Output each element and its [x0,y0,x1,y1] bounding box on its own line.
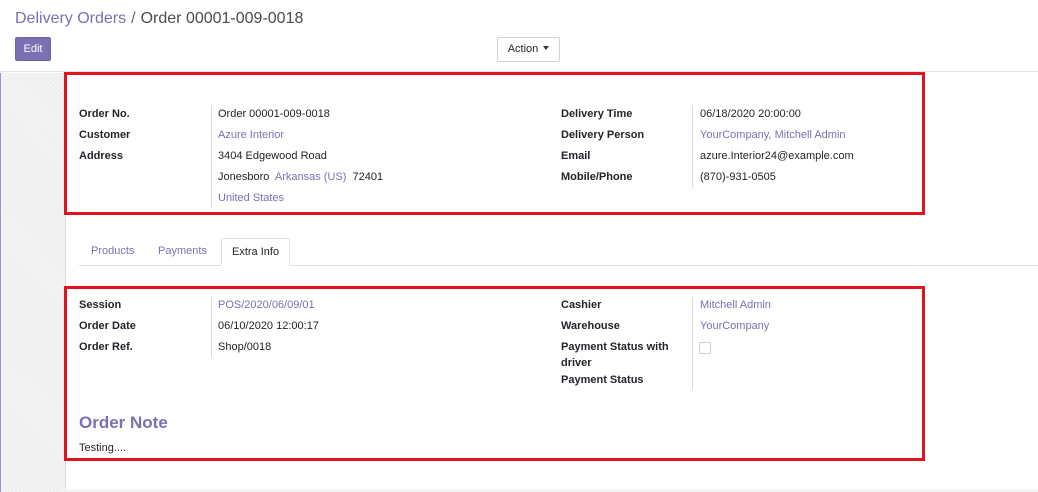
payment-status-driver-label-line2: driver [561,357,592,369]
warehouse-link[interactable]: YourCompany [700,320,769,332]
order-no-label: Order No. [79,108,130,120]
cashier-link[interactable]: Mitchell Admin [700,299,771,311]
field-separator [211,297,212,357]
payment-status-label: Payment Status [561,374,644,386]
order-date-label: Order Date [79,320,136,332]
caret-down-icon [543,46,550,50]
background-area [0,73,65,492]
tab-payments[interactable]: Payments [158,238,207,266]
phone-label: Mobile/Phone [561,171,633,183]
order-ref-label: Order Ref. [79,341,133,353]
tab-extra-info[interactable]: Extra Info [221,238,291,266]
delivery-person-link[interactable]: YourCompany, Mitchell Admin [700,129,846,141]
order-no-value: Order 00001-009-0018 [218,108,330,120]
phone-value: (870)-931-0505 [700,171,776,183]
payment-status-driver-label-line1: Payment Status with [561,341,669,353]
field-separator [692,106,693,188]
breadcrumb-separator: / [131,10,136,27]
order-date-value: 06/10/2020 12:00:17 [218,320,319,332]
payment-status-driver-checkbox[interactable] [699,342,711,354]
order-note-text: Testing.... [79,442,127,454]
address-country-link[interactable]: United States [218,192,284,204]
cashier-label: Cashier [561,299,602,311]
email-value: azure.Interior24@example.com [700,150,854,162]
breadcrumb-current: Order 00001-009-0018 [140,10,304,27]
session-label: Session [79,299,122,311]
control-panel: Delivery Orders / Order 00001-009-0018 Edi… [0,0,1038,72]
address-state-link[interactable]: Arkansas (US) [275,171,347,183]
order-note-title: Order Note [79,413,168,432]
field-separator [692,297,693,389]
email-label: Email [561,150,591,162]
customer-label: Customer [79,129,131,141]
session-link[interactable]: POS/2020/06/09/01 [218,299,315,311]
delivery-time-value: 06/18/2020 20:00:00 [700,108,801,120]
tab-products[interactable]: Products [91,238,134,266]
delivery-person-label: Delivery Person [561,129,645,141]
customer-link[interactable]: Azure Interior [218,129,284,141]
breadcrumb: Delivery Orders / Order 00001-009-0018 [15,10,303,28]
field-separator [211,106,212,208]
order-ref-value: Shop/0018 [218,341,272,353]
address-label: Address [79,150,124,162]
edit-button[interactable]: Edit [15,37,51,61]
address-city-line: Jonesboro Arkansas (US) 72401 [218,171,383,183]
address-city: Jonesboro [218,171,270,183]
address-street: 3404 Edgewood Road [218,150,327,162]
action-button-label: Action [507,43,539,55]
address-zip: 72401 [352,171,384,183]
action-dropdown-button[interactable]: Action [497,37,560,62]
delivery-time-label: Delivery Time [561,108,633,120]
breadcrumb-delivery-orders-link[interactable]: Delivery Orders [15,10,126,27]
warehouse-label: Warehouse [561,320,620,332]
